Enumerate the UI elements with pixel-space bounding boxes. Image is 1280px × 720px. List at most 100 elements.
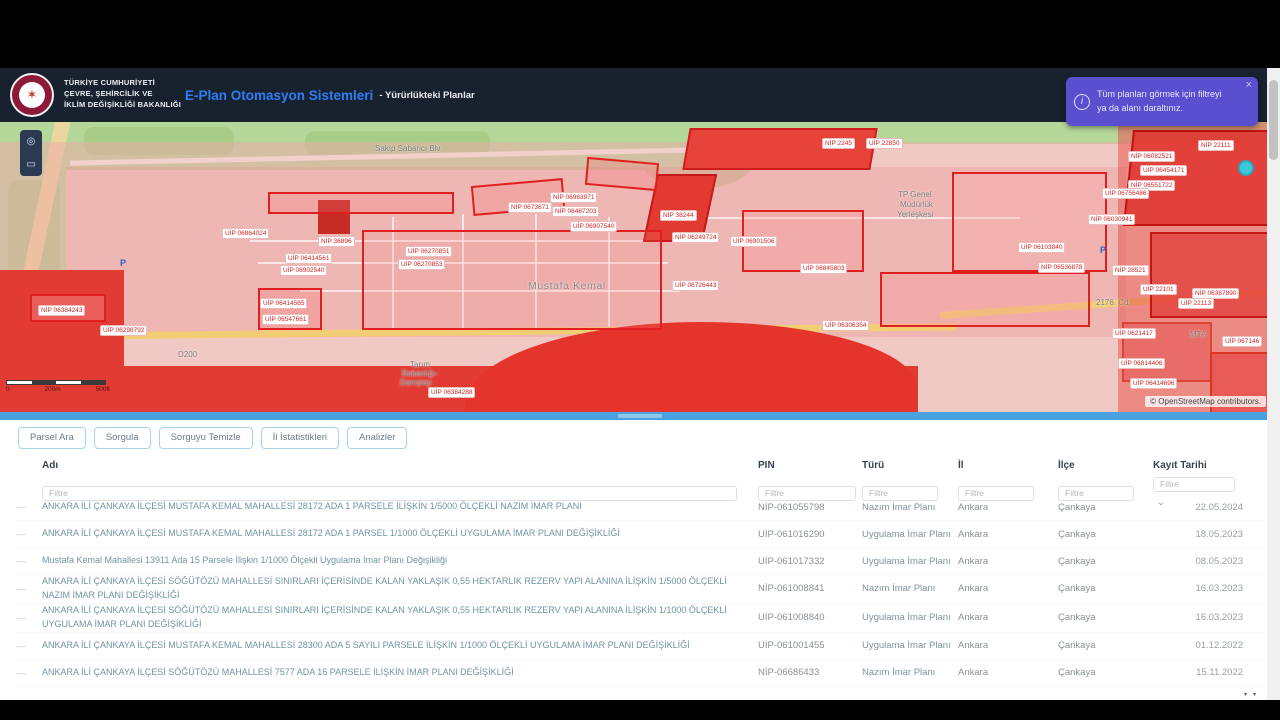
app-window: ◎ ▭ 0 200m 500ft © OpenStreetMap contrib… [0,0,1280,720]
plan-pin-label[interactable]: NİP 06487203 [552,206,599,217]
column-header-kayit-tarihi[interactable]: Kayıt Tarihi [1153,460,1243,471]
cell-plan-name[interactable]: ANKARA İLİ ÇANKAYA İLÇESİ MUSTAFA KEMAL … [42,527,758,541]
row-handle-icon[interactable]: – – [16,641,42,651]
sorguyu-temizle-button[interactable]: Sorguyu Temizle [159,427,253,449]
cell-district: Çankaya [1058,640,1153,651]
column-header-turu[interactable]: Türü [862,460,958,471]
plan-pin-label[interactable]: NİP 38244 [660,210,697,221]
cell-plan-name[interactable]: ANKARA İLİ ÇANKAYA İLÇESİ SÖĞÜTÖZÜ MAHAL… [42,666,758,680]
table-row[interactable]: – – ANKARA İLİ ÇANKAYA İLÇESİ MUSTAFA KE… [16,633,1264,660]
map-scale-bar: 0 200m 500ft [6,380,110,393]
row-handle-icon[interactable]: – – [16,584,42,594]
plan-polygon[interactable] [952,172,1107,272]
cell-plan-name[interactable]: Mustafa Kemal Mahallesi 13911 Ada 15 Par… [42,554,758,568]
cell-date: 16.03.2023 [1153,583,1243,594]
plan-pin-label[interactable]: NİP 28521 [1112,265,1149,276]
plan-pin-label[interactable]: UİP 06414696 [1130,378,1177,389]
table-scroll-arrows-icon[interactable]: ▾▾ [1244,691,1262,698]
plan-pin-label[interactable]: UİP 06103840 [1018,242,1065,253]
plan-pin-label[interactable]: UİP 06454171 [1140,165,1187,176]
cell-plan-name[interactable]: ANKARA İLİ ÇANKAYA İLÇESİ SÖĞÜTÖZÜ MAHAL… [42,604,758,632]
plan-pin-label[interactable]: UİP 06907540 [570,221,617,232]
plan-pin-label[interactable]: NİP 06082521 [1128,151,1175,162]
plan-polygon[interactable] [362,230,662,330]
street-label: TP Genel [898,190,932,199]
plan-pin-label[interactable]: UİP 06901506 [730,236,777,247]
plan-pin-label[interactable]: NİP 06249724 [672,232,719,243]
map-attribution[interactable]: © OpenStreetMap contributors. [1145,396,1266,407]
close-icon[interactable]: × [1246,80,1252,91]
cell-plan-name[interactable]: ANKARA İLİ ÇANKAYA İLÇESİ SÖĞÜTÖZÜ MAHAL… [42,575,758,603]
plans-panel: Parsel Ara Sorgula Sorguyu Temizle İl İs… [0,420,1280,700]
row-handle-icon[interactable]: – – [16,613,42,623]
analizler-button[interactable]: Analizler [347,427,407,449]
sorgula-button[interactable]: Sorgula [94,427,151,449]
cell-plan-name[interactable]: ANKARA İLİ ÇANKAYA İLÇESİ MUSTAFA KEMAL … [42,500,758,514]
scrollbar-thumb[interactable] [1269,80,1278,160]
il-istatistikleri-button[interactable]: İl İstatistikleri [261,427,339,449]
table-row[interactable]: – – ANKARA İLİ ÇANKAYA İLÇESİ SÖĞÜTÖZÜ M… [16,660,1264,687]
table-row[interactable]: – – ANKARA İLİ ÇANKAYA İLÇESİ SÖĞÜTÖZÜ M… [16,575,1264,604]
plan-pin-label[interactable]: UİP 06270853 [398,259,445,270]
plan-pin-label[interactable]: UİP 06756486 [1102,188,1149,199]
filter-input-kayit-tarihi[interactable] [1153,477,1235,492]
map-locate-button[interactable]: ◎ [27,137,36,147]
table-row[interactable]: – – ANKARA İLİ ÇANKAYA İLÇESİ MUSTAFA KE… [16,521,1264,548]
plan-pin-label[interactable]: UİP 06270851 [405,246,452,257]
plan-polygon[interactable] [682,128,877,170]
column-header-il[interactable]: İl [958,460,1058,471]
plan-pin-label[interactable]: NİP 22111 [1198,140,1234,151]
cell-province: Ankara [958,529,1058,540]
table-row[interactable]: – – ANKARA İLİ ÇANKAYA İLÇESİ MUSTAFA KE… [16,494,1264,521]
column-header-pin[interactable]: PIN [758,460,862,471]
plan-polygon[interactable] [268,192,454,214]
plan-pin-label[interactable]: NİP 06536878 [1038,262,1085,273]
column-header-ilce[interactable]: İlçe [1058,460,1153,471]
plan-pin-label[interactable]: UİP 06814406 [1118,358,1165,369]
row-handle-icon[interactable]: – – [16,529,42,539]
map[interactable]: ◎ ▭ 0 200m 500ft © OpenStreetMap contrib… [0,122,1280,412]
letterbox-top [0,0,1280,68]
plan-pin-label[interactable]: UİP 06384288 [428,387,475,398]
plan-polygon[interactable] [880,272,1090,327]
cell-pin: UİP-061017332 [758,556,862,567]
map-table-splitter[interactable] [0,412,1280,420]
plan-pin-label[interactable]: NİP 2245 [822,138,855,149]
plan-pin-label[interactable]: UİP 06306354 [822,320,869,331]
plan-pin-label[interactable]: NİP 36896 [318,236,355,247]
plan-pin-label[interactable]: UİP 06902540 [280,265,327,276]
table-row[interactable]: – – Mustafa Kemal Mahallesi 13911 Ada 15… [16,548,1264,575]
cell-date: 15.11.2022 [1153,667,1243,678]
plan-pin-label[interactable]: UİP 067146 [1222,336,1262,347]
plan-pin-label[interactable]: UİP 0621417 [1112,328,1156,339]
plan-pin-label[interactable]: UİP 06298792 [100,325,147,336]
plan-pin-label[interactable]: UİP 06845803 [800,263,847,274]
cell-plan-name[interactable]: ANKARA İLİ ÇANKAYA İLÇESİ MUSTAFA KEMAL … [42,639,758,653]
map-extent-button[interactable]: ▭ [26,160,35,170]
plan-pin-label[interactable]: UİP 06547661 [262,314,309,325]
plan-pin-label[interactable]: UİP 22101 [1140,284,1177,295]
parsel-ara-button[interactable]: Parsel Ara [18,427,86,449]
plan-pin-label[interactable]: UİP 06414565 [260,298,307,309]
plan-pin-label[interactable]: UİP 22113 [1178,298,1214,309]
splitter-grip[interactable] [618,414,662,418]
plan-pin-label[interactable]: NİP 0673671 [508,202,552,213]
column-header-adi[interactable]: Adı [42,460,758,471]
row-handle-icon[interactable]: – – [16,502,42,512]
plan-pin-label[interactable]: UİP 06864024 [222,228,269,239]
street-label: MTA [1190,330,1206,339]
plan-pin-label[interactable]: UİP 22850 [866,138,903,149]
table-row[interactable]: – – ANKARA İLİ ÇANKAYA İLÇESİ SÖĞÜTÖZÜ M… [16,604,1264,633]
plan-pin-label[interactable]: UİP 06726443 [672,280,719,291]
vertical-scrollbar[interactable] [1267,68,1280,700]
row-handle-icon[interactable]: – – [16,668,42,678]
plan-pin-label[interactable]: NİP 06030941 [1088,214,1135,225]
cell-district: Çankaya [1058,667,1153,678]
row-handle-icon[interactable]: – – [16,556,42,566]
plan-pin-label[interactable]: NİP 06963971 [550,192,597,203]
cell-province: Ankara [958,612,1058,623]
plan-pin-label[interactable]: UİP 06414561 [285,253,332,264]
plan-pin-label[interactable]: NİP 06384243 [38,305,85,316]
app-title[interactable]: E-Plan Otomasyon Sistemleri [185,88,373,103]
table-body: – – ANKARA İLİ ÇANKAYA İLÇESİ MUSTAFA KE… [16,494,1264,687]
